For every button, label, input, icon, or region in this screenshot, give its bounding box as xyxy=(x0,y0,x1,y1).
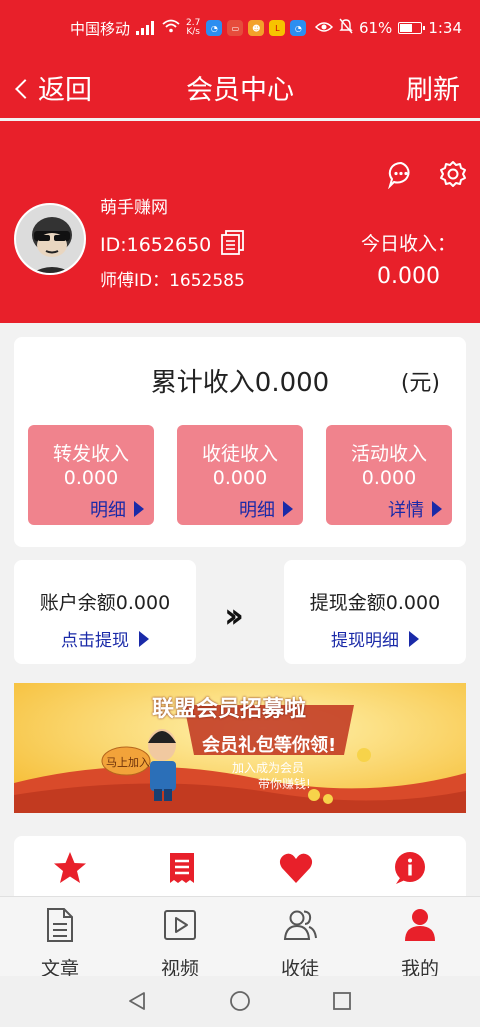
play-arrow-icon xyxy=(134,501,144,517)
play-arrow-icon xyxy=(283,501,293,517)
top-nav-bar: 返回 会员中心 刷新 xyxy=(0,56,480,118)
system-recents-icon[interactable] xyxy=(331,990,353,1012)
receipt-icon[interactable] xyxy=(164,850,200,886)
message-icon[interactable] xyxy=(386,159,416,190)
video-icon xyxy=(162,907,198,943)
app-notification-icon: ▭ xyxy=(227,20,244,36)
system-navigation-bar xyxy=(0,976,480,1027)
carrier-name: 中国移动 xyxy=(70,19,131,38)
battery-percent: 61% xyxy=(358,19,393,37)
banner-line4: 带你赚钱! xyxy=(258,777,311,791)
today-income-label: 今日收入： xyxy=(360,233,456,255)
tile-link-label: 明细 xyxy=(90,500,126,521)
withdraw-label: 点击提现 xyxy=(61,631,129,651)
tile-value: 0.000 xyxy=(361,467,417,489)
app-notification-icon: ◔ xyxy=(206,20,223,36)
wifi-icon xyxy=(162,19,180,37)
network-speed: 2.7 K/s xyxy=(186,19,200,37)
star-icon[interactable] xyxy=(52,850,88,886)
clock: 1:34 xyxy=(428,19,462,37)
speed-unit: K/s xyxy=(186,27,200,37)
banner-line3: 加入成为会员 xyxy=(232,761,305,775)
tile-detail-link[interactable]: 详情 xyxy=(388,496,442,522)
currency-unit: (元) xyxy=(400,371,440,396)
master-id: 师傅ID：1652585 xyxy=(100,271,245,291)
app-notification-icon: ☻ xyxy=(248,20,265,36)
app-notification-icon: L xyxy=(269,20,286,36)
refresh-button[interactable]: 刷新 xyxy=(406,68,460,107)
status-bar: 中国移动 2.7 K/s ◔ ▭ ☻ L ◔ 61% 1:34 xyxy=(0,0,480,56)
profile-icon xyxy=(402,907,438,943)
tile-title: 活动收入 xyxy=(350,443,427,465)
profile-header: 萌手赚网 ID:1652650 师傅ID：1652585 今日收入： 0.000 xyxy=(0,121,480,323)
member-recruit-banner[interactable]: 联盟会员招募啦 会员礼包等你领! 加入成为会员 带你赚钱! 马上加入 xyxy=(14,683,466,813)
tab-videos[interactable]: 视频 xyxy=(120,897,240,980)
tile-value: 0.000 xyxy=(212,467,268,489)
withdraw-detail-link[interactable]: 提现明细 xyxy=(284,626,466,651)
banner-headline: 联盟会员招募啦 xyxy=(152,697,307,722)
tab-articles[interactable]: 文章 xyxy=(0,897,120,980)
eye-icon xyxy=(314,19,334,37)
tab-apprentice[interactable]: 收徒 xyxy=(240,897,360,980)
total-income: 累计收入0.000 xyxy=(150,368,330,398)
copy-icon[interactable] xyxy=(219,228,247,261)
mute-bell-icon xyxy=(339,18,353,38)
account-balance: 账户余额0.000 xyxy=(39,592,171,614)
settings-gear-icon[interactable] xyxy=(438,159,468,189)
apprentice-income-tile[interactable]: 收徒收入 0.000 明细 xyxy=(177,425,303,525)
tile-title: 收徒收入 xyxy=(201,443,278,465)
user-name: 萌手赚网 xyxy=(100,198,168,218)
tile-link-label: 明细 xyxy=(239,500,275,521)
tile-title: 转发收入 xyxy=(52,443,129,465)
tile-value: 0.000 xyxy=(63,467,119,489)
total-income-card: 累计收入0.000 (元) 转发收入 0.000 明细 收徒收入 0.000 明… xyxy=(14,337,466,547)
double-chevron-right-icon: ›› xyxy=(224,596,244,636)
withdrawn-amount: 提现金额0.000 xyxy=(309,592,441,614)
tile-detail-link[interactable]: 明细 xyxy=(90,496,144,522)
bottom-tab-bar: 文章 视频 收徒 我的 xyxy=(0,896,480,980)
battery-icon xyxy=(398,22,426,34)
heart-icon[interactable] xyxy=(278,850,314,886)
forward-income-tile[interactable]: 转发收入 0.000 明细 xyxy=(28,425,154,525)
system-home-icon[interactable] xyxy=(229,990,251,1012)
tile-detail-link[interactable]: 明细 xyxy=(239,496,293,522)
avatar[interactable] xyxy=(14,203,86,275)
withdraw-button[interactable]: 点击提现 xyxy=(14,626,196,651)
users-icon xyxy=(282,907,318,943)
user-id: ID:1652650 xyxy=(100,233,212,256)
withdraw-detail-label: 提现明细 xyxy=(331,631,399,651)
user-id-row: ID:1652650 xyxy=(100,228,247,261)
system-back-icon[interactable] xyxy=(126,990,148,1012)
document-icon xyxy=(42,907,78,943)
info-icon[interactable] xyxy=(392,850,428,886)
tile-link-label: 详情 xyxy=(388,500,424,521)
play-arrow-icon xyxy=(409,630,419,647)
activity-income-tile[interactable]: 活动收入 0.000 详情 xyxy=(326,425,452,525)
banner-bubble: 马上加入 xyxy=(106,756,150,769)
banner-subline: 会员礼包等你领! xyxy=(202,735,337,756)
app-notification-icon: ◔ xyxy=(290,20,307,36)
play-arrow-icon xyxy=(432,501,442,517)
withdrawn-amount-card: 提现金额0.000 提现明细 xyxy=(284,560,466,664)
tab-mine[interactable]: 我的 xyxy=(360,897,480,980)
today-income-value: 0.000 xyxy=(377,264,440,289)
account-balance-card: 账户余额0.000 点击提现 xyxy=(14,560,196,664)
play-arrow-icon xyxy=(139,630,149,647)
signal-icon xyxy=(136,21,155,35)
